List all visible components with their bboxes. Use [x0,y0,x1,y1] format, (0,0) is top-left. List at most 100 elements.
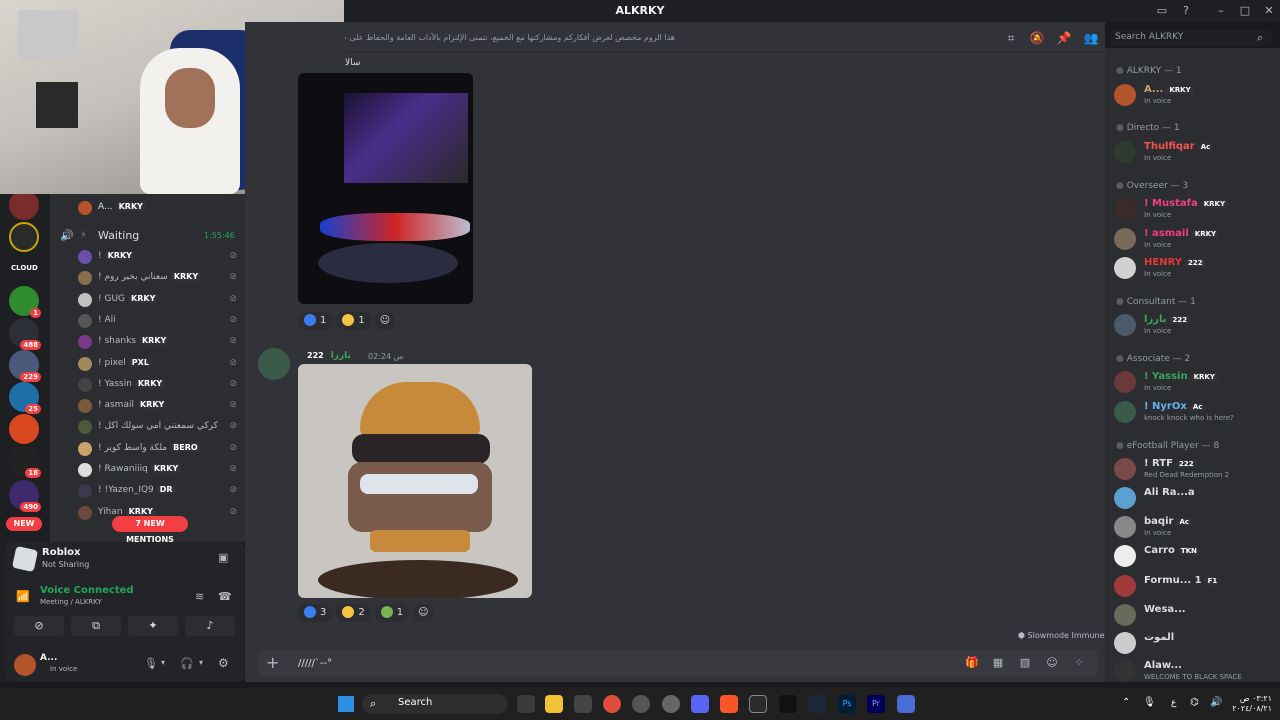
search-input[interactable]: Search ALKRKY [1110,30,1272,46]
member-row[interactable]: Wesa... [1112,602,1274,630]
noise-suppression-icon[interactable]: ≋ [195,590,204,603]
member-row[interactable]: ! asmail KRKY In voice [1112,226,1274,254]
share-screen-button[interactable]: ⧉ [71,616,121,636]
author-avatar[interactable] [258,348,290,380]
wifi-icon[interactable]: ⌬ [1190,697,1199,708]
threads-icon[interactable]: ⌗ [1003,31,1019,47]
member-row[interactable]: ! Mustafa KRKY In voice [1112,196,1274,224]
chrome-icon[interactable] [603,695,621,713]
microphone-icon[interactable]: 🎙 [1143,697,1156,708]
apps-icon[interactable]: ⁘ [1072,656,1086,670]
settings-gear-icon[interactable]: ⚙ [218,656,229,670]
notification-mute-icon[interactable]: 🔕 [1029,31,1045,47]
member-row[interactable]: A... KRKY In voice [1112,82,1274,110]
composer-text[interactable]: /////`--° [298,658,332,669]
gift-icon[interactable]: 🎁 [965,656,979,670]
microphone-icon[interactable]: 🎙 [144,657,158,670]
taskbar-search[interactable]: Search [362,694,508,714]
server-icon[interactable]: 488 [9,318,41,350]
reaction-laughing[interactable]: 2 [336,604,371,622]
reaction-blue-heart[interactable]: 1 [298,312,333,330]
server-icon[interactable] [9,190,39,220]
chevron-down-icon[interactable]: ▾ [161,658,165,667]
voice-user-row[interactable]: A... KRKY [70,198,245,218]
member-row[interactable]: Formu... 1 F1 [1112,573,1274,601]
new-badge[interactable]: NEW [6,517,42,531]
store-icon[interactable] [574,695,592,713]
chevron-down-icon[interactable]: ▾ [199,658,203,667]
screen-share-icon[interactable]: ▣ [218,551,228,564]
sticker-icon[interactable]: ▧ [1018,656,1032,670]
add-reaction-icon[interactable]: ☺ [374,312,396,330]
voice-member-row[interactable]: ! KRKY ⊘ [70,247,245,267]
close-icon[interactable]: ✕ [1262,4,1276,18]
user-avatar[interactable] [14,654,36,676]
discord-taskbar-icon[interactable] [691,695,709,713]
member-row[interactable]: ! NyrOx Ac knock knock who is here? [1112,399,1274,427]
reaction-laughing[interactable]: 1 [336,312,371,330]
inbox-icon[interactable]: ▭ [1155,4,1169,18]
help-icon[interactable]: ? [1179,4,1193,18]
server-icon[interactable]: 490 [9,480,41,512]
add-attachment-icon[interactable]: + [266,653,279,672]
server-icon[interactable]: 1 [9,286,41,318]
member-row[interactable]: ! Yassin KRKY In voice [1112,369,1274,397]
members-list-icon[interactable]: 👥 [1083,31,1099,47]
windows-start-icon[interactable] [338,696,354,712]
chevron-up-icon[interactable]: ⌃ [1122,697,1130,708]
settings-icon[interactable] [662,695,680,713]
new-mentions-pill[interactable]: 7 NEW MENTIONS [112,516,188,544]
member-row[interactable]: Ali Ra...a [1112,485,1274,513]
member-row[interactable]: ! RTF 222 Red Dead Redemption 2 [1112,456,1274,484]
voice-member-row[interactable]: ! Ali ⊘ [70,311,245,331]
soundboard-button[interactable]: ♪ [185,616,235,636]
voice-member-row[interactable]: ! Yassin KRKY ⊘ [70,375,245,395]
capcut-icon[interactable] [779,695,797,713]
current-user-name[interactable]: A... [40,653,57,663]
taskbar-clock[interactable]: ٠٣:٢١ ص ٢٠٢٤/٠٨/٢١ [1232,694,1272,714]
voice-member-row[interactable]: ! pixel PXL ⊘ [70,354,245,374]
voice-member-row[interactable]: ! كركي سمعتني امي سولك اكل ⊘ [70,417,245,437]
app-icon[interactable] [897,695,915,713]
disconnect-icon[interactable]: ☎ [218,590,232,603]
member-row[interactable]: الموت [1112,630,1274,658]
message-author[interactable]: 222 بارزا [304,351,351,361]
voice-member-row[interactable]: ! asmail KRKY ⊘ [70,396,245,416]
maximize-icon[interactable]: □ [1238,4,1252,18]
voice-member-row[interactable]: ! سعناني بخير روم KRKY ⊘ [70,268,245,288]
voice-connected-title[interactable]: Voice Connected [40,585,134,596]
volume-icon[interactable]: 🔊 [1210,697,1222,708]
headphones-icon[interactable]: 🎧 [180,657,194,670]
message-author-fragment[interactable]: سالا [345,58,360,68]
voice-member-row[interactable]: ! !Yazen_IQ9 DR ⊘ [70,481,245,501]
add-reaction-icon[interactable]: ☺ [413,604,434,622]
server-icon[interactable]: CLOUD [9,254,39,284]
minimize-icon[interactable]: – [1214,4,1228,18]
server-icon[interactable]: 18 [9,446,41,478]
reaction-nauseated[interactable]: 1 [374,604,410,622]
voice-channel-name[interactable]: Waiting [98,229,139,242]
member-row[interactable]: HENRY 222 In voice [1112,255,1274,283]
server-icon[interactable]: 229 [9,350,41,382]
voice-member-row[interactable]: ! shanks KRKY ⊘ [70,332,245,352]
voice-member-row[interactable]: ! GUG KRKY ⊘ [70,290,245,310]
pin-icon[interactable]: 📌 [1056,31,1072,47]
app-icon[interactable] [632,695,650,713]
member-row[interactable]: Thulfiqar Ac In voice [1112,139,1274,167]
camera-off-button[interactable]: ⊘ [14,616,64,636]
member-row[interactable]: Carro TKN [1112,543,1274,571]
gif-icon[interactable]: ▦ [991,656,1005,670]
search-icon[interactable]: ⌕ [1257,31,1263,45]
server-icon[interactable]: 25 [9,382,41,414]
file-explorer-icon[interactable] [545,695,563,713]
server-icon[interactable] [9,222,39,252]
member-row[interactable]: baqir Ac In voice [1112,514,1274,542]
message-image-rgb-keyboard[interactable] [298,73,473,304]
message-image-burger[interactable] [298,364,532,598]
member-row[interactable]: Alaw... WELCOME TO BLACK SPACE [1112,658,1274,686]
activities-button[interactable]: ✦ [128,616,178,636]
emoji-icon[interactable]: ☺ [1045,656,1059,670]
server-icon[interactable] [9,414,39,444]
voice-member-row[interactable]: ! Rawaniiiq KRKY ⊘ [70,460,245,480]
premiere-icon[interactable]: Pr [867,695,885,713]
